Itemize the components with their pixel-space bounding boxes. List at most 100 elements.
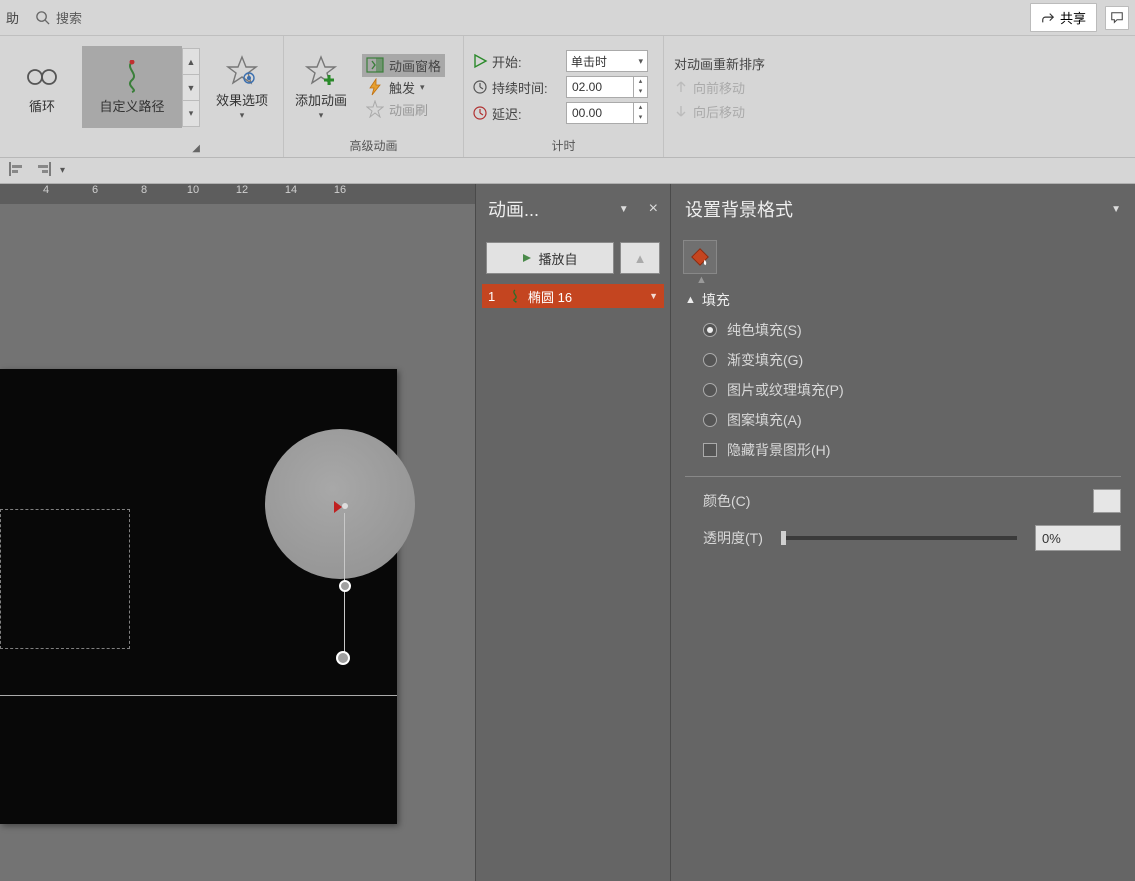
pane-menu-button[interactable]: ▼ xyxy=(619,204,629,215)
slide[interactable] xyxy=(0,369,397,824)
fill-section-title: 填充 xyxy=(702,290,730,310)
share-icon xyxy=(1041,11,1055,25)
effect-loop-label: 循环 xyxy=(29,96,55,115)
fill-gradient-label: 渐变填充(G) xyxy=(727,350,803,370)
ribbon-animations: 循环 自定义路径 ▲ ▼ ▾ ◢ 效果选项 ▾ xyxy=(0,36,1135,158)
divider xyxy=(685,476,1121,477)
effect-custom-path[interactable]: 自定义路径 xyxy=(82,46,182,128)
delay-input[interactable]: 00.00▴▾ xyxy=(566,102,648,124)
start-select[interactable]: 单击时▾ xyxy=(566,50,648,72)
spin-up[interactable]: ▴ xyxy=(634,77,647,87)
transparency-row: 透明度(T) 0% xyxy=(671,519,1135,557)
hide-bg-label: 隐藏背景图形(H) xyxy=(727,440,830,460)
collapse-icon: ▲ xyxy=(685,294,696,306)
painter-icon xyxy=(366,100,384,118)
animation-pane-toggle[interactable]: 动画窗格 xyxy=(362,54,445,77)
path-start-icon[interactable] xyxy=(334,501,342,513)
color-label: 颜色(C) xyxy=(703,491,750,511)
fill-gradient-option[interactable]: 渐变填充(G) xyxy=(703,350,1115,370)
start-label: 开始: xyxy=(492,52,522,71)
spin-up[interactable]: ▴ xyxy=(634,103,647,113)
text-placeholder[interactable] xyxy=(0,509,130,649)
chevron-down-icon[interactable]: ▼ xyxy=(649,291,658,301)
gallery-more[interactable]: ▾ xyxy=(182,100,200,127)
comment-icon xyxy=(1110,11,1124,25)
effect-options-button[interactable]: 效果选项 ▾ xyxy=(204,46,280,128)
animation-pane-label: 动画窗格 xyxy=(389,56,441,75)
duration-label: 持续时间: xyxy=(492,78,548,97)
effect-loop[interactable]: 循环 xyxy=(2,46,82,128)
move-later-label: 向后移动 xyxy=(693,102,745,121)
fill-solid-label: 纯色填充(S) xyxy=(727,320,802,340)
trigger-button[interactable]: 触发 ▾ xyxy=(366,78,441,97)
duration-value: 02.00 xyxy=(567,80,633,94)
spin-down[interactable]: ▾ xyxy=(634,113,647,123)
radio-icon xyxy=(703,323,717,337)
transparency-label: 透明度(T) xyxy=(703,528,763,548)
share-label: 共享 xyxy=(1060,8,1086,27)
align-right-icon xyxy=(34,160,52,178)
transparency-slider[interactable] xyxy=(781,536,1017,540)
play-icon xyxy=(522,253,532,263)
gallery-down[interactable]: ▼ xyxy=(182,74,200,101)
gallery-up[interactable]: ▲ xyxy=(182,48,200,75)
lightning-icon xyxy=(366,78,384,96)
slider-thumb[interactable] xyxy=(781,531,786,545)
duration-input[interactable]: 02.00▴▾ xyxy=(566,76,648,98)
hide-bg-checkbox[interactable]: 隐藏背景图形(H) xyxy=(703,440,1115,460)
search-placeholder: 搜索 xyxy=(56,8,82,27)
chevron-down-icon: ▾ xyxy=(319,110,324,121)
motion-path-icon xyxy=(508,289,522,303)
transparency-input[interactable]: 0% xyxy=(1035,525,1121,551)
search-icon xyxy=(35,10,50,25)
color-row: 颜色(C) xyxy=(671,483,1135,519)
fill-picture-label: 图片或纹理填充(P) xyxy=(727,380,844,400)
close-icon[interactable]: × xyxy=(649,200,658,218)
start-value: 单击时 xyxy=(571,53,607,70)
add-animation-button[interactable]: 添加动画 ▾ xyxy=(284,46,358,128)
fill-solid-option[interactable]: 纯色填充(S) xyxy=(703,320,1115,340)
animation-list-item[interactable]: 1 椭圆 16 ▼ xyxy=(482,284,664,308)
search-box[interactable]: 搜索 xyxy=(25,8,92,27)
animation-pane-header: 动画... ▼ × xyxy=(476,184,670,234)
color-picker-button[interactable] xyxy=(1093,489,1121,513)
fill-picture-option[interactable]: 图片或纹理填充(P) xyxy=(703,380,1115,400)
fill-pattern-label: 图案填充(A) xyxy=(727,410,802,430)
fill-section-header[interactable]: ▲ 填充 xyxy=(671,284,1135,316)
group-label-timing: 计时 xyxy=(464,137,663,157)
custom-path-icon xyxy=(119,60,145,94)
move-up-button[interactable]: ▲ xyxy=(620,242,660,274)
path-handle[interactable] xyxy=(339,580,351,592)
reorder-title: 对动画重新排序 xyxy=(674,54,765,73)
align-left-button[interactable] xyxy=(8,160,26,181)
radio-icon xyxy=(703,353,717,367)
animation-painter-label: 动画刷 xyxy=(389,100,428,119)
clock-icon xyxy=(472,79,488,95)
pane-menu-button[interactable]: ▼ xyxy=(1111,204,1121,215)
selection-line xyxy=(0,695,397,696)
checkbox-icon xyxy=(703,443,717,457)
fill-pattern-option[interactable]: 图案填充(A) xyxy=(703,410,1115,430)
move-earlier-label: 向前移动 xyxy=(693,78,745,97)
comments-button[interactable] xyxy=(1105,6,1129,30)
gallery-scroll[interactable]: ▲ ▼ ▾ xyxy=(182,48,200,126)
paint-bucket-icon xyxy=(689,246,711,268)
start-icon xyxy=(472,53,488,69)
loop-icon xyxy=(25,67,59,87)
path-end-handle[interactable] xyxy=(336,651,350,665)
format-pane-title: 设置背景格式 xyxy=(685,196,793,222)
move-later-button: 向后移动 xyxy=(674,102,765,121)
fill-tab[interactable] xyxy=(683,240,717,274)
spin-down[interactable]: ▾ xyxy=(634,87,647,97)
format-background-pane: 设置背景格式 ▼ ▲ ▲ 填充 纯色填充(S) 渐变填充(G) 图片或纹理填充(… xyxy=(671,184,1135,881)
overflow-button[interactable]: ▾ xyxy=(60,165,65,176)
play-from-button[interactable]: 播放自 xyxy=(486,242,614,274)
align-right-button[interactable] xyxy=(34,160,52,181)
animation-pane: 动画... ▼ × 播放自 ▲ 1 椭圆 16 ▼ xyxy=(475,184,671,881)
slide-canvas[interactable]: 4 6 8 10 12 14 16 xyxy=(0,184,475,881)
arrow-up-icon xyxy=(674,80,688,94)
star-gear-icon xyxy=(226,55,258,87)
share-button[interactable]: 共享 xyxy=(1030,3,1097,32)
dialog-launcher-icon[interactable]: ◢ xyxy=(192,143,200,154)
align-toolbar: ▾ xyxy=(0,158,1135,184)
